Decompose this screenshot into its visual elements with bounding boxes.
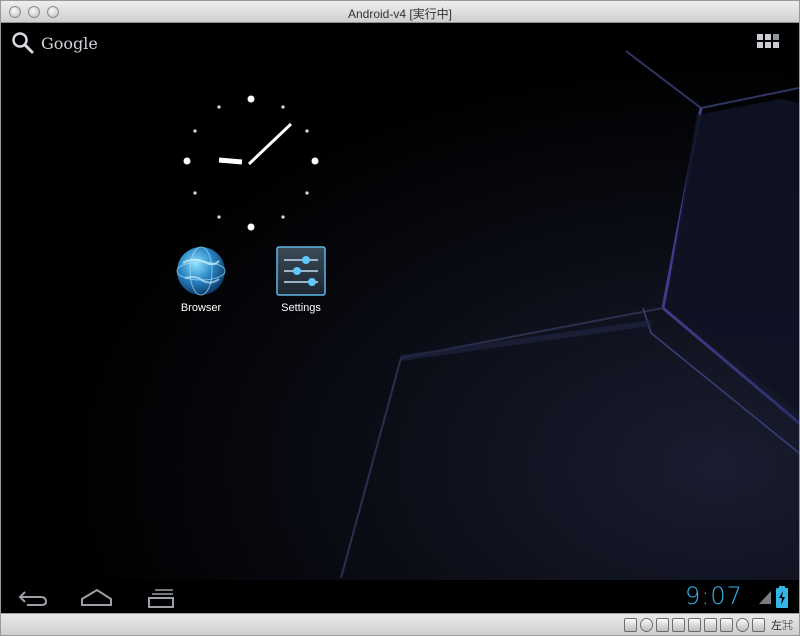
hard-disk-icon[interactable] bbox=[624, 618, 637, 632]
search-icon bbox=[12, 32, 34, 54]
settings-sliders-icon bbox=[276, 246, 326, 296]
usb-icon[interactable] bbox=[656, 618, 669, 632]
app-label-settings: Settings bbox=[281, 302, 321, 314]
home-icon bbox=[81, 588, 112, 606]
all-apps-grid-icon bbox=[757, 34, 779, 48]
all-apps-button[interactable] bbox=[756, 32, 780, 52]
battery-charging-icon bbox=[776, 586, 788, 608]
app-settings[interactable]: Settings bbox=[261, 245, 341, 314]
app-label-browser: Browser bbox=[180, 302, 222, 314]
globe-icon bbox=[176, 246, 226, 296]
google-search-bar[interactable]: Google bbox=[11, 31, 98, 55]
video-capture-icon[interactable] bbox=[720, 618, 733, 632]
mouse-integration-icon[interactable] bbox=[736, 618, 749, 632]
google-label: Google bbox=[41, 33, 98, 53]
system-navigation-bar: 9:07 bbox=[1, 580, 799, 613]
network-icon[interactable] bbox=[688, 618, 701, 632]
cpu-icon[interactable] bbox=[752, 618, 765, 632]
optical-disk-icon[interactable] bbox=[640, 618, 653, 632]
signal-icon bbox=[759, 591, 771, 604]
window-titlebar[interactable]: Android-v4 [実行中] bbox=[1, 1, 799, 23]
recent-apps-icon bbox=[148, 589, 174, 608]
analog-clock-widget[interactable] bbox=[181, 93, 321, 233]
shared-folder-icon[interactable] bbox=[672, 618, 685, 632]
host-key-label: 左⌘ bbox=[771, 620, 793, 632]
analog-clock-icon bbox=[183, 95, 319, 231]
back-button[interactable] bbox=[15, 583, 55, 611]
host-status-bar: 左⌘ bbox=[1, 613, 799, 635]
wallpaper bbox=[340, 50, 799, 579]
recent-apps-button[interactable] bbox=[141, 583, 181, 611]
display-icon[interactable] bbox=[704, 618, 717, 632]
app-browser[interactable]: Browser bbox=[161, 245, 241, 314]
android-home-screen[interactable]: Google Browser Settings 9:07 bbox=[1, 23, 799, 613]
status-clock[interactable]: 9:07 bbox=[685, 582, 743, 610]
emulator-window: Android-v4 [実行中] Google Browser Settings… bbox=[0, 0, 800, 636]
window-title: Android-v4 [実行中] bbox=[347, 7, 453, 21]
home-button[interactable] bbox=[77, 583, 117, 611]
back-icon bbox=[18, 591, 48, 606]
